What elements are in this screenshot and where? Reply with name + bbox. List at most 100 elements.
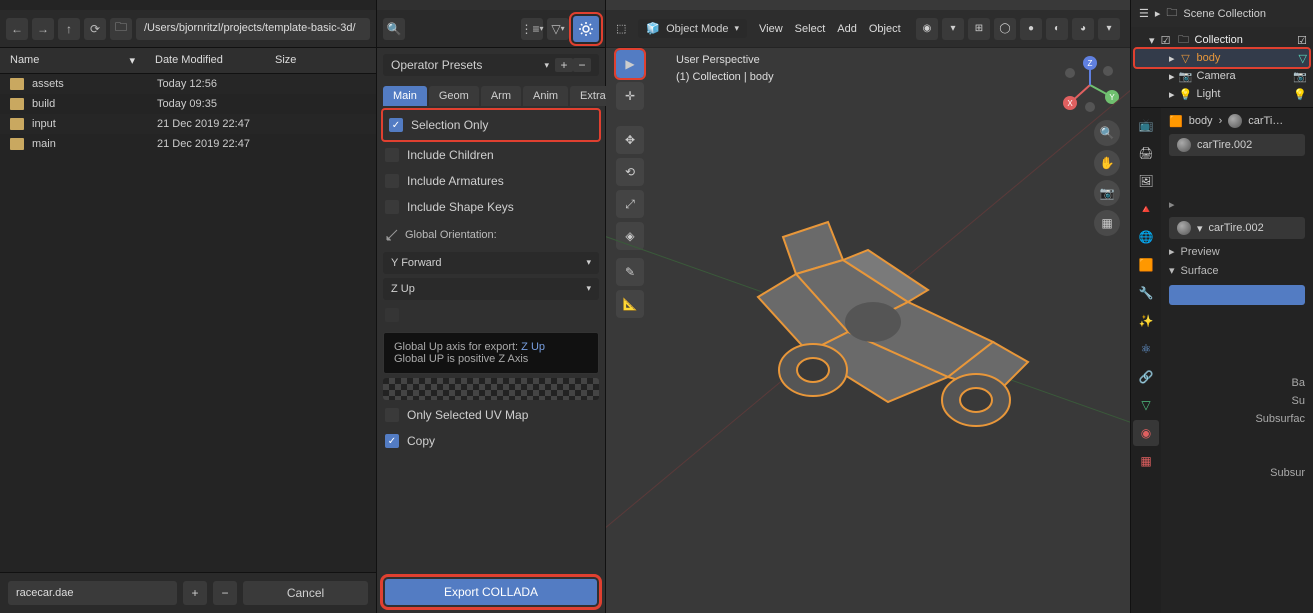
outliner-icon[interactable]: ☰ xyxy=(1139,7,1149,20)
filename-plus-button[interactable]: + xyxy=(183,581,207,605)
hide-toggle[interactable]: ▽ xyxy=(1299,52,1307,65)
tree-row-camera[interactable]: ▸📷 Camera 📷 xyxy=(1135,67,1309,85)
surface-disclosure[interactable]: ▾Surface xyxy=(1169,264,1305,277)
prop-tab-world[interactable]: 🌐 xyxy=(1133,224,1159,250)
file-row[interactable]: main21 Dec 2019 22:47 xyxy=(0,134,376,154)
editor-type-icon[interactable]: ⬚ xyxy=(616,22,626,35)
overlays-dd[interactable]: ▾ xyxy=(942,18,964,40)
file-row[interactable]: input21 Dec 2019 22:47 xyxy=(0,114,376,134)
material-slot[interactable]: carTire.002 xyxy=(1169,134,1305,156)
prop-tab-scene[interactable]: 🔺 xyxy=(1133,196,1159,222)
select-box-tool[interactable]: ▶ xyxy=(616,50,644,78)
prop-tab-texture[interactable]: ▦ xyxy=(1133,448,1159,474)
tab-anim[interactable]: Anim xyxy=(523,86,568,106)
shading-wire[interactable]: ◯ xyxy=(994,18,1016,40)
gear-icon xyxy=(578,21,594,37)
hide-toggle[interactable]: 📷 xyxy=(1293,70,1307,83)
search-button[interactable]: 🔍 xyxy=(383,18,405,40)
file-row[interactable]: buildToday 09:35 xyxy=(0,94,376,114)
prop-tab-mesh[interactable]: ▽ xyxy=(1133,392,1159,418)
preset-add-button[interactable]: + xyxy=(555,58,573,72)
menu-add[interactable]: Add xyxy=(837,23,857,35)
col-size[interactable]: Size xyxy=(265,48,376,73)
shading-dd[interactable]: ▾ xyxy=(1098,18,1120,40)
filename-input[interactable] xyxy=(8,581,177,605)
prop-tab-particles[interactable]: ✨ xyxy=(1133,308,1159,334)
scale-tool[interactable]: ⤢ xyxy=(616,190,644,218)
include-shape-keys-check[interactable]: Include Shape Keys xyxy=(383,196,599,218)
cursor-tool[interactable]: ✛ xyxy=(616,82,644,110)
shading-render[interactable]: ◕ xyxy=(1072,18,1094,40)
racecar-mesh[interactable] xyxy=(688,192,1048,442)
prop-tab-render[interactable]: 📺 xyxy=(1133,112,1159,138)
tree-row-body[interactable]: ▸▽ body ▽ xyxy=(1135,49,1309,67)
apply-hidden-check[interactable] xyxy=(383,304,599,326)
filename-minus-button[interactable]: − xyxy=(213,581,237,605)
viewport[interactable]: ⬚ 🧊Object Mode▾ View Select Add Object ◉… xyxy=(606,0,1130,613)
transform-tool[interactable]: ◈ xyxy=(616,222,644,250)
prop-tab-output[interactable]: 🖨 xyxy=(1133,140,1159,166)
only-selected-uv-check[interactable]: Only Selected UV Map xyxy=(383,404,599,426)
export-toolbar: 🔍 ⋮≡▾ ▽▾ xyxy=(377,10,605,48)
col-date[interactable]: Date Modified xyxy=(145,48,265,73)
zoom-icon[interactable]: 🔍 xyxy=(1094,120,1120,146)
material-dd[interactable]: ▾ carTire.002 xyxy=(1169,217,1305,239)
cancel-button[interactable]: Cancel xyxy=(243,581,368,605)
hide-toggle[interactable]: 💡 xyxy=(1293,88,1307,101)
file-list: assetsToday 12:56 buildToday 09:35 input… xyxy=(0,74,376,572)
settings-gear-button[interactable] xyxy=(573,16,599,42)
preview-disclosure[interactable]: ▸Preview xyxy=(1169,245,1305,258)
forward-axis-dd[interactable]: Y Forward▾ xyxy=(383,252,599,274)
copy-check[interactable]: Copy xyxy=(383,430,599,452)
move-tool[interactable]: ✥ xyxy=(616,126,644,154)
export-collada-button[interactable]: Export COLLADA xyxy=(385,579,597,605)
display-dd[interactable]: ⋮≡▾ xyxy=(521,18,543,40)
operator-presets-dd[interactable]: Operator Presets▾ + − xyxy=(383,54,599,76)
nav-up-button[interactable]: ↑ xyxy=(58,18,80,40)
measure-tool[interactable]: 📐 xyxy=(616,290,644,318)
nav-back-button[interactable]: ← xyxy=(6,18,28,40)
up-axis-dd[interactable]: Z Up▾ xyxy=(383,278,599,300)
exclude-toggle[interactable]: ☑ xyxy=(1297,34,1307,47)
include-armatures-check[interactable]: Include Armatures xyxy=(383,170,599,192)
sort-icon[interactable]: ▾ xyxy=(129,54,135,67)
path-input[interactable]: /Users/bjornritzl/projects/template-basi… xyxy=(136,18,370,40)
tree-row-light[interactable]: ▸💡 Light 💡 xyxy=(1135,85,1309,103)
persp-ortho-icon[interactable]: ▦ xyxy=(1094,210,1120,236)
annotate-tool[interactable]: ✎ xyxy=(616,258,644,286)
rotate-tool[interactable]: ⟲ xyxy=(616,158,644,186)
tab-geom[interactable]: Geom xyxy=(429,86,479,106)
object-mode-dd[interactable]: 🧊Object Mode▾ xyxy=(638,19,747,38)
shading-solid[interactable]: ● xyxy=(1020,18,1042,40)
menu-view[interactable]: View xyxy=(759,23,783,35)
node-link-row[interactable] xyxy=(1169,285,1305,305)
file-row[interactable]: assetsToday 12:56 xyxy=(0,74,376,94)
new-folder-button[interactable]: 🗀 xyxy=(110,18,132,40)
prop-tab-modifier[interactable]: 🔧 xyxy=(1133,280,1159,306)
tab-main[interactable]: Main xyxy=(383,86,427,106)
filter-dd[interactable]: ▽▾ xyxy=(547,18,569,40)
texture-placeholder xyxy=(383,378,599,400)
preset-remove-button[interactable]: − xyxy=(573,58,591,72)
prop-tab-object[interactable]: 🟧 xyxy=(1133,252,1159,278)
menu-object[interactable]: Object xyxy=(869,23,901,35)
viewport-info: User Perspective (1) Collection | body xyxy=(676,52,774,85)
include-children-check[interactable]: Include Children xyxy=(383,144,599,166)
selection-only-check[interactable]: Selection Only xyxy=(387,114,595,136)
prop-tab-constraints[interactable]: 🔗 xyxy=(1133,364,1159,390)
nav-forward-button[interactable]: → xyxy=(32,18,54,40)
pan-icon[interactable]: ✋ xyxy=(1094,150,1120,176)
prop-tab-physics[interactable]: ⚛ xyxy=(1133,336,1159,362)
tab-arm[interactable]: Arm xyxy=(481,86,521,106)
nav-gizmo[interactable]: Z Y X xyxy=(1060,55,1120,115)
prop-tab-material[interactable]: ◉ xyxy=(1133,420,1159,446)
camera-view-icon[interactable]: 📷 xyxy=(1094,180,1120,206)
shading-matprev[interactable]: ◐ xyxy=(1046,18,1068,40)
prop-tab-viewlayer[interactable]: 🖼 xyxy=(1133,168,1159,194)
overlays-toggle[interactable]: ◉ xyxy=(916,18,938,40)
tree-row-collection[interactable]: ▾☑🗀 Collection ☑ xyxy=(1135,31,1309,49)
menu-select[interactable]: Select xyxy=(795,23,826,35)
xray-toggle[interactable]: ⊞ xyxy=(968,18,990,40)
col-name[interactable]: Name xyxy=(10,54,39,67)
nav-refresh-button[interactable]: ⟳ xyxy=(84,18,106,40)
